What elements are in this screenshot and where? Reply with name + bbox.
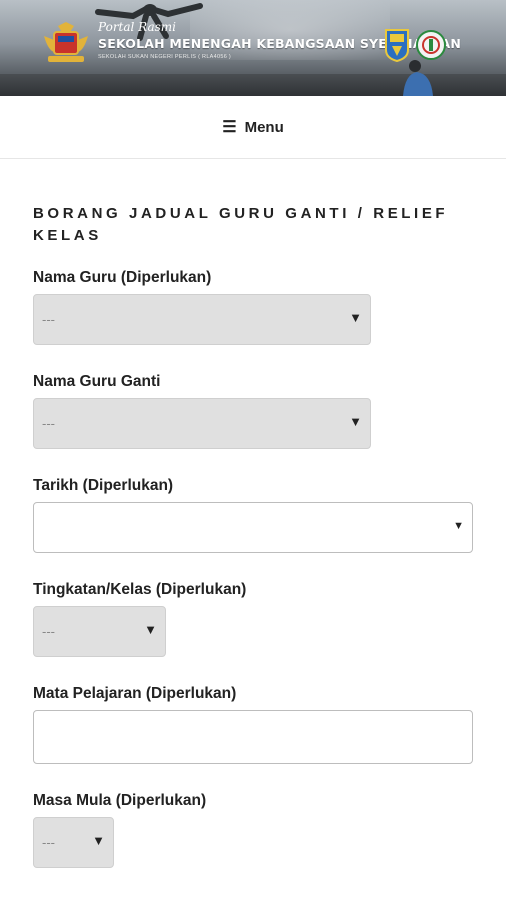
- select-value: ---: [42, 416, 55, 431]
- nama-guru-ganti-select[interactable]: --- ▼: [33, 398, 371, 449]
- malaysia-coat-of-arms-icon: [44, 22, 88, 62]
- perlis-shield-icon: [385, 29, 409, 62]
- nav-bar: ☰ Menu: [0, 96, 506, 159]
- field-label: Nama Guru Ganti: [33, 373, 161, 390]
- field-label: Mata Pelajaran (Diperlukan): [33, 685, 237, 702]
- school-subtitle: SEKOLAH SUKAN NEGERI PERLIS ( RLA4056 ): [98, 54, 232, 60]
- field-label: Tarikh (Diperlukan): [33, 477, 174, 494]
- dropdown-arrow-icon: ▼: [144, 622, 157, 637]
- school-emblem-icon: [416, 30, 446, 60]
- form-container: BORANG JADUAL GURU GANTI / RELIEF KELAS …: [0, 203, 506, 868]
- field-tarikh: Tarikh (Diperlukan) ▼: [33, 477, 473, 553]
- select-value: ---: [42, 624, 55, 639]
- dropdown-arrow-icon: ▼: [349, 310, 362, 325]
- field-masa-mula: Masa Mula (Diperlukan) --- ▼: [33, 792, 473, 868]
- nama-guru-select[interactable]: --- ▼: [33, 294, 371, 345]
- select-value: ---: [42, 835, 55, 850]
- field-tingkatan-kelas: Tingkatan/Kelas (Diperlukan) --- ▼: [33, 581, 473, 657]
- menu-button[interactable]: ☰ Menu: [222, 117, 284, 137]
- field-label: Tingkatan/Kelas (Diperlukan): [33, 581, 247, 598]
- form-title: BORANG JADUAL GURU GANTI / RELIEF KELAS: [33, 205, 449, 244]
- field-nama-guru-ganti: Nama Guru Ganti --- ▼: [33, 373, 473, 449]
- field-mata-pelajaran: Mata Pelajaran (Diperlukan): [33, 685, 473, 764]
- dropdown-arrow-icon: ▼: [349, 414, 362, 429]
- hamburger-icon: ☰: [222, 119, 237, 136]
- tarikh-select[interactable]: ▼: [33, 502, 473, 553]
- dropdown-arrow-icon: ▼: [92, 833, 105, 848]
- select-value: ---: [42, 312, 55, 327]
- banner-sky: [190, 0, 390, 60]
- field-label: Masa Mula (Diperlukan): [33, 792, 207, 809]
- banner-person-image: [403, 60, 433, 96]
- masa-mula-select[interactable]: --- ▼: [33, 817, 114, 868]
- field-nama-guru: Nama Guru (Diperlukan) --- ▼: [33, 269, 473, 345]
- dropdown-arrow-icon: ▼: [453, 520, 464, 532]
- tingkatan-kelas-select[interactable]: --- ▼: [33, 606, 166, 657]
- menu-label: Menu: [244, 118, 284, 136]
- header-banner: Portal Rasmi SEKOLAH MENENGAH KEBANGSAAN…: [0, 0, 506, 96]
- portal-label: Portal Rasmi: [98, 20, 177, 34]
- field-label: Nama Guru (Diperlukan): [33, 269, 212, 286]
- mata-pelajaran-input[interactable]: [33, 710, 473, 764]
